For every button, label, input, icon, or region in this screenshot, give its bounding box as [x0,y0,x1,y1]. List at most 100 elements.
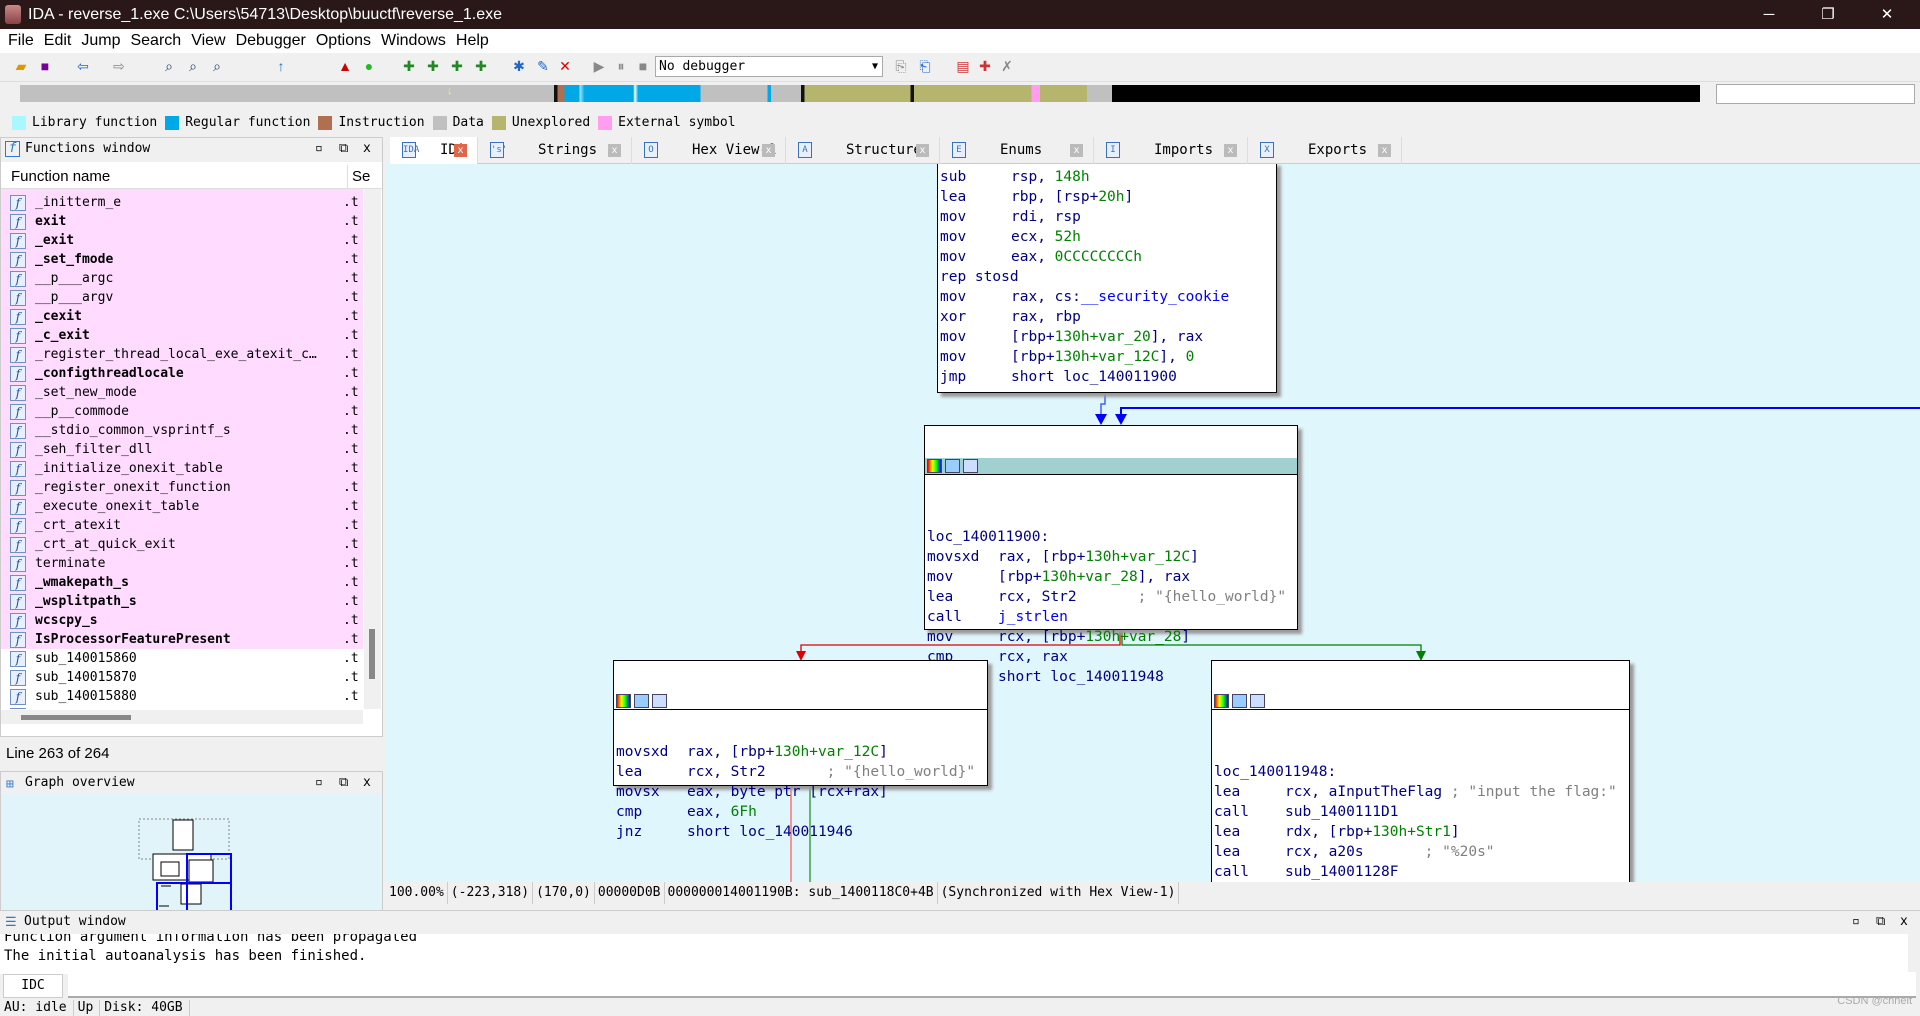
attach-icon[interactable]: ⎘ [892,57,910,75]
close-panel-icon[interactable]: x [363,138,371,160]
function-row[interactable]: f terminate .t [1,554,363,573]
search-text-icon[interactable]: ⌕ [184,57,202,75]
code-line[interactable]: call sub_1400111D1 [1212,802,1629,822]
vertical-scrollbar[interactable] [364,189,381,709]
group-icon[interactable] [1250,694,1265,708]
rename-icon[interactable] [634,694,649,708]
function-row[interactable]: f __p___argv .t [1,288,363,307]
tab-close-icon[interactable]: x [454,144,467,157]
debugger-select[interactable]: No debugger ▼ [655,56,883,77]
code-line[interactable]: movsx eax, byte ptr [rcx+rax] [614,782,987,802]
make-data-icon[interactable]: ✚ [424,57,442,75]
float-icon[interactable]: ▫ [315,772,323,794]
menu-windows[interactable]: Windows [381,32,446,49]
tab-close-icon[interactable]: x [762,144,775,157]
tab-hex-view-1[interactable]: O Hex View-1 x [632,137,786,164]
menu-view[interactable]: View [191,32,225,49]
group-icon[interactable] [652,694,667,708]
color-icon[interactable] [1214,694,1229,708]
undefine-icon[interactable]: ✕ [556,57,574,75]
function-row[interactable]: f IsProcessorFeaturePresent .t [1,630,363,649]
function-row[interactable]: f _seh_filter_dll .t [1,440,363,459]
function-row[interactable]: f _wmakepath_s .t [1,573,363,592]
code-line[interactable]: mov [rbp+130h+var_20], rax [938,327,1276,347]
code-line[interactable]: xor rax, rbp [938,307,1276,327]
menu-edit[interactable]: Edit [44,32,72,49]
code-block-check-char[interactable]: movsxd rax, [rbp+130h+var_12C] lea rcx, Str… [613,660,988,840]
tab-ida-view-a[interactable]: IDAIDA View-Ax [390,137,482,212]
code-block-entry[interactable]: sub rsp, 148h lea rbp, [rsp+20h] mov rdi, rsp… [937,164,1277,393]
code-line[interactable]: call sub_14001128F [1212,862,1629,882]
make-code-icon[interactable]: ✚ [400,57,418,75]
code-line[interactable]: lea rdx, [rbp+130h+Str1] [1212,822,1629,842]
menu-jump[interactable]: Jump [81,32,120,49]
function-row[interactable]: f _register_onexit_function .t [1,478,363,497]
close-panel-icon[interactable]: x [363,772,371,794]
search-binary-icon[interactable]: ⌕ [160,57,178,75]
function-row[interactable]: f _wsplitpath_s .t [1,592,363,611]
code-line[interactable]: mov rdi, rsp [938,207,1276,227]
make-array-icon[interactable]: ✱ [510,57,528,75]
tab-close-icon[interactable]: x [916,144,929,157]
function-row[interactable]: f _initialize_onexit_table .t [1,459,363,478]
stop-icon[interactable]: ■ [634,57,652,75]
analyze-icon[interactable]: ▲ [336,57,354,75]
code-line[interactable] [1212,742,1629,762]
save-icon[interactable]: ■ [36,57,54,75]
run-green-icon[interactable]: ● [360,57,378,75]
code-line[interactable]: mov ecx, 52h [938,227,1276,247]
tab-close-icon[interactable]: x [1378,144,1391,157]
function-row[interactable]: f _c_exit .t [1,326,363,345]
group-icon[interactable] [963,459,978,473]
tab-exports[interactable]: X Exports x [1248,137,1402,164]
scroll-thumb[interactable] [369,629,375,679]
tracing-icon[interactable]: ✗ [998,57,1016,75]
function-row[interactable]: f _cexit .t [1,307,363,326]
dock-icon[interactable]: ⧉ [339,772,348,794]
tab-enums[interactable]: E Enums x [940,137,1094,164]
function-row[interactable]: f _initterm_e .t [1,193,363,212]
menu-file[interactable]: File [8,32,34,49]
tab-structures[interactable]: A Structures x [786,137,940,164]
code-line[interactable]: lea rcx, Str2 ; "{hello_world}" [925,587,1297,607]
function-row[interactable]: f sub_140015860 .t [1,649,363,668]
tab-close-icon[interactable]: x [1070,144,1083,157]
code-line[interactable]: lea rbp, [rsp+20h] [938,187,1276,207]
dock-icon[interactable]: ⧉ [339,138,348,160]
code-line[interactable]: mov [rbp+130h+var_12C], 0 [938,347,1276,367]
code-line[interactable]: lea rcx, aInputTheFlag ; "input the flag:… [1212,782,1629,802]
code-line[interactable]: movsxd rax, [rbp+130h+var_12C] [614,742,987,762]
function-row[interactable]: f _crt_at_quick_exit .t [1,535,363,554]
tab-close-icon[interactable]: x [1224,144,1237,157]
color-icon[interactable] [616,694,631,708]
code-line[interactable]: mov rax, cs:__security_cookie [938,287,1276,307]
function-row[interactable]: f wcscpy_s .t [1,611,363,630]
graph-overview[interactable]: ⊞ Graph overview ▫ ⧉ x [0,771,383,912]
open-icon[interactable]: ▰ [12,57,30,75]
minimize-button[interactable]: ─ [1746,0,1792,29]
code-line[interactable]: mov [rbp+130h+var_28], rax [925,567,1297,587]
nav-combo[interactable] [1716,84,1915,104]
column-function-name[interactable]: Function name [11,165,110,189]
code-line[interactable]: movsxd rax, [rbp+130h+var_12C] [925,547,1297,567]
idc-command-input[interactable] [68,972,1916,998]
code-block-loop[interactable]: loc_140011900: movsxd rax, [rbp+130h+var_1… [924,425,1298,685]
ida-graph-view[interactable]: sub rsp, 148h lea rbp, [rsp+20h] mov rdi, rsp… [386,164,1920,882]
function-row[interactable]: f sub_140015880 .t [1,687,363,706]
tab-imports[interactable]: I Imports x [1094,137,1248,164]
horizontal-scrollbar[interactable] [1,710,363,724]
start-debug-icon[interactable]: ▶ [590,57,608,75]
function-row[interactable]: f _configthreadlocale .t [1,364,363,383]
scroll-thumb[interactable] [21,715,131,720]
graph-overview-minimap[interactable] [1,794,382,912]
close-panel-icon[interactable]: x [1900,911,1908,933]
menu-help[interactable]: Help [456,32,489,49]
idc-language-button[interactable]: IDC [3,974,63,998]
function-row[interactable]: f _crt_atexit .t [1,516,363,535]
rename-icon[interactable] [1232,694,1247,708]
menu-search[interactable]: Search [130,32,181,49]
rename-icon[interactable] [945,459,960,473]
code-line[interactable]: mov rcx, [rbp+130h+var_28] [925,627,1297,647]
back-icon[interactable]: ⇦ [74,57,92,75]
code-line[interactable]: loc_140011948: [1212,762,1629,782]
